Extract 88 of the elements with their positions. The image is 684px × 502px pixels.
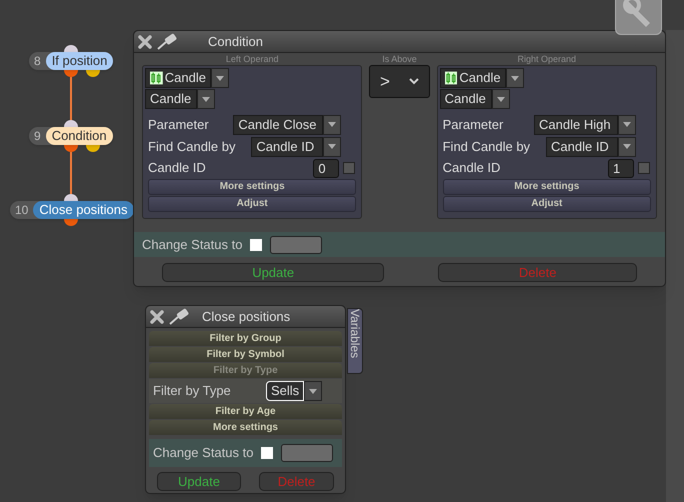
section-header[interactable]: More settings xyxy=(149,420,342,435)
section-header[interactable]: Filter by Symbol xyxy=(149,347,342,362)
number-field[interactable]: 1 xyxy=(608,158,634,178)
update-button[interactable]: Update xyxy=(157,472,241,491)
field-label: Change Status to xyxy=(153,444,254,462)
dropdown-value: Candle xyxy=(440,89,492,109)
checkbox[interactable] xyxy=(250,238,262,250)
status-field[interactable] xyxy=(270,236,322,254)
field-label: Find Candle by xyxy=(148,138,236,156)
dropdown-value: Candle High xyxy=(534,114,618,134)
field-label: Candle ID xyxy=(148,159,206,178)
flow-node[interactable]: 8 If position xyxy=(29,52,114,70)
caret-icon xyxy=(202,96,210,102)
field-label: Candle ID xyxy=(442,159,500,178)
caret-icon xyxy=(510,76,519,80)
output-port-icon[interactable] xyxy=(64,70,78,77)
scrollbar-track[interactable] xyxy=(666,30,684,502)
node-label: Condition xyxy=(46,127,113,145)
section-header[interactable]: Filter by Age xyxy=(149,404,342,419)
dropdown[interactable]: Candle ID xyxy=(546,136,636,156)
output-port-icon[interactable] xyxy=(86,145,100,152)
section-button[interactable]: Adjust xyxy=(148,196,356,212)
output-port-icon[interactable] xyxy=(64,219,78,226)
dropdown[interactable]: Candle High xyxy=(534,114,636,134)
node-number: 8 xyxy=(33,55,42,67)
section-header[interactable]: Filter by Group xyxy=(149,331,342,346)
dropdown[interactable]: Candle xyxy=(440,89,510,109)
dropdown[interactable]: Candle Close xyxy=(233,114,342,134)
number-field[interactable]: 0 xyxy=(313,158,340,178)
dropdown[interactable]: Candle xyxy=(145,68,229,88)
node-number: 10 xyxy=(14,204,30,216)
variables-tab[interactable]: Variables xyxy=(347,308,363,374)
flow-node[interactable]: 10 Close positions xyxy=(10,201,134,219)
caret-icon xyxy=(309,388,317,394)
section-heading: Right Operand xyxy=(516,53,578,65)
input-port-icon[interactable] xyxy=(64,120,78,127)
chevron-down-icon xyxy=(409,78,420,85)
candlestick-icon xyxy=(444,71,458,85)
section-heading: Is Above xyxy=(381,53,418,65)
connector-line xyxy=(70,77,72,120)
dropdown[interactable]: Candle xyxy=(440,68,524,88)
field-label: Parameter xyxy=(442,116,504,134)
dropdown-value: Sells xyxy=(266,381,304,401)
output-port-icon[interactable] xyxy=(86,70,100,77)
connector-line xyxy=(70,152,72,194)
update-button[interactable]: Update xyxy=(162,263,384,282)
status-field[interactable] xyxy=(281,444,334,462)
flow-node[interactable]: 9 Condition xyxy=(29,127,113,145)
section-heading: Left Operand xyxy=(224,53,280,65)
field-label: Change Status to xyxy=(142,236,242,254)
caret-icon xyxy=(623,122,632,127)
window-title: Close positions xyxy=(202,308,290,326)
field-label: Find Candle by xyxy=(442,138,530,156)
output-port-icon[interactable] xyxy=(64,145,78,152)
dropdown-value: Candle Close xyxy=(233,114,324,134)
close-icon xyxy=(138,34,152,48)
caret-icon xyxy=(623,144,632,149)
checkbox[interactable] xyxy=(261,447,274,459)
caret-icon xyxy=(328,122,336,127)
operator-dropdown[interactable]: > xyxy=(369,65,430,98)
dropdown[interactable]: Candle xyxy=(145,89,215,109)
dropdown-value: Candle ID xyxy=(251,136,324,156)
dropdown[interactable]: Sells xyxy=(266,381,322,401)
field-label: Filter by Type xyxy=(153,382,231,400)
candlestick-icon xyxy=(150,71,163,85)
node-label: If position xyxy=(46,52,114,70)
node-number: 9 xyxy=(33,130,42,142)
section-button[interactable]: More settings xyxy=(442,179,652,195)
input-port-icon[interactable] xyxy=(64,194,78,201)
window-title: Condition xyxy=(208,32,263,51)
operator-value: > xyxy=(380,70,390,93)
node-label: Close positions xyxy=(33,201,134,219)
source-label: Candle xyxy=(459,69,501,87)
input-port-icon[interactable] xyxy=(64,45,78,52)
checkbox[interactable] xyxy=(343,162,356,174)
caret-icon xyxy=(328,144,336,149)
dropdown[interactable]: Candle ID xyxy=(251,136,342,156)
close-icon xyxy=(150,310,164,324)
source-label: Candle xyxy=(164,69,206,87)
field-label: Parameter xyxy=(148,116,209,134)
caret-icon xyxy=(216,76,224,80)
dropdown-value: Candle ID xyxy=(546,136,618,156)
dropdown-value: Candle xyxy=(145,89,197,109)
checkbox[interactable] xyxy=(638,162,650,174)
wrench-button[interactable] xyxy=(615,0,662,35)
section-button[interactable]: Adjust xyxy=(442,196,652,212)
caret-icon xyxy=(496,96,505,102)
section-button[interactable]: More settings xyxy=(148,179,356,195)
